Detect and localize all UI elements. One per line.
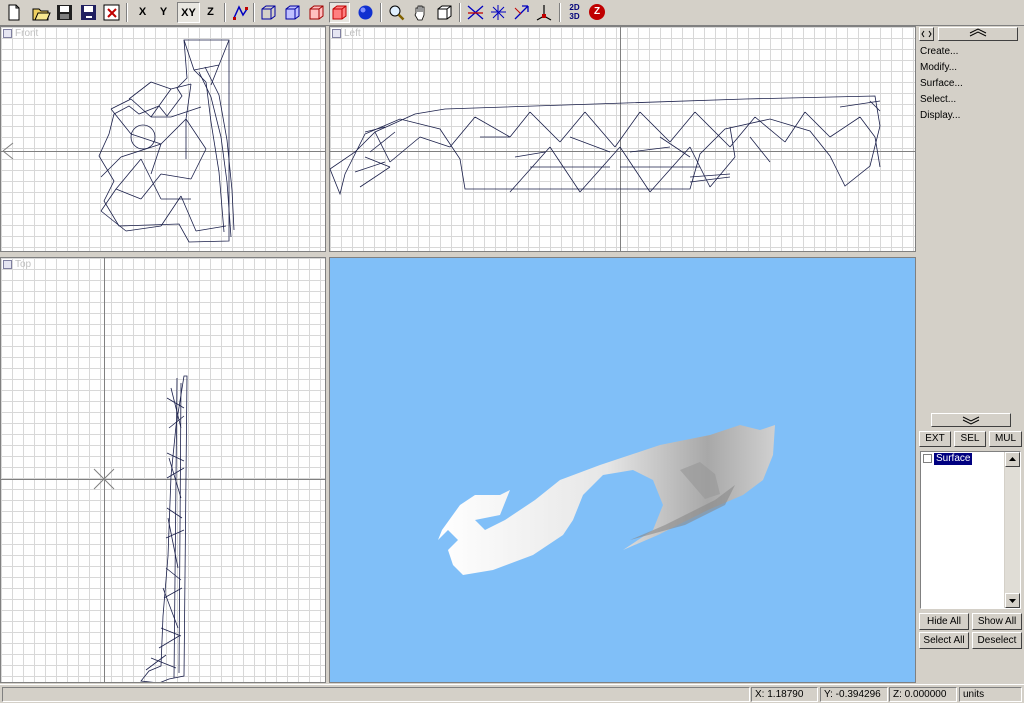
top-wireframe: [93, 375, 188, 682]
axis-y-button[interactable]: Y: [153, 2, 174, 23]
list-item[interactable]: Surface: [923, 453, 1005, 465]
menu-surface[interactable]: Surface...: [920, 78, 963, 89]
2d-3d-toggle-icon[interactable]: 2D 3D: [564, 2, 585, 23]
revert-icon[interactable]: [101, 2, 122, 23]
deselect-button[interactable]: Deselect: [972, 632, 1022, 649]
arrow-tool-icon[interactable]: [511, 2, 532, 23]
zoom-icon[interactable]: [386, 2, 407, 23]
box-wire-icon[interactable]: [282, 2, 303, 23]
sel-button[interactable]: SEL: [954, 431, 986, 447]
select-all-button[interactable]: Select All: [919, 632, 969, 649]
object-list[interactable]: Surface: [920, 451, 1021, 609]
hide-all-button[interactable]: Hide All: [919, 613, 969, 630]
status-y: Y: -0.394296: [820, 687, 888, 702]
z-circle-label: Z: [589, 4, 605, 20]
pan-hand-icon[interactable]: [410, 2, 431, 23]
box-shaded-icon[interactable]: [306, 2, 327, 23]
left-viewport[interactable]: Left: [329, 26, 916, 252]
menu-modify[interactable]: Modify...: [920, 62, 957, 73]
ext-button[interactable]: EXT: [919, 431, 951, 447]
toolbar: X Y XY Z 2D 3D Z: [0, 0, 1024, 26]
toolbar-separator: [380, 3, 382, 22]
box-view-icon[interactable]: [258, 2, 279, 23]
extents-box-icon[interactable]: [434, 2, 455, 23]
top-viewport[interactable]: Top: [0, 257, 326, 683]
new-file-icon[interactable]: [3, 2, 24, 23]
menu-display[interactable]: Display...: [920, 110, 960, 121]
toolbar-separator: [459, 3, 461, 22]
list-scrollbar[interactable]: [1004, 452, 1020, 608]
select-points-icon[interactable]: [230, 2, 251, 23]
scroll-up-button[interactable]: [938, 27, 1018, 41]
front-viewport[interactable]: Front: [0, 26, 326, 252]
transform-cross-icon[interactable]: [465, 2, 486, 23]
front-wireframe: [2, 39, 235, 243]
status-x: X: 1.18790: [751, 687, 818, 702]
status-units: units: [959, 687, 1022, 702]
scroll-down-button[interactable]: [931, 413, 1011, 427]
menu-select[interactable]: Select...: [920, 94, 956, 105]
side-panel: Create... Modify... Surface... Select...…: [917, 26, 1024, 683]
toolbar-separator: [253, 3, 255, 22]
status-z: Z: 0.000000: [889, 687, 957, 702]
render-viewport[interactable]: [329, 257, 916, 683]
toolbar-separator: [224, 3, 226, 22]
menu-create[interactable]: Create...: [920, 46, 958, 57]
3d-label: 3D: [569, 12, 580, 21]
list-item-checkbox[interactable]: [923, 454, 932, 463]
shaded-surface: [438, 425, 775, 575]
toolbar-separator: [559, 3, 561, 22]
z-circle-icon[interactable]: Z: [587, 2, 608, 23]
axis-tool-icon[interactable]: [534, 2, 555, 23]
star-tool-icon[interactable]: [488, 2, 509, 23]
status-bar: X: 1.18790 Y: -0.394296 Z: 0.000000 unit…: [0, 684, 1024, 703]
save-icon[interactable]: [54, 2, 75, 23]
sphere-render-icon[interactable]: [355, 2, 376, 23]
scroll-down-arrow[interactable]: [1005, 593, 1020, 608]
mul-button[interactable]: MUL: [989, 431, 1022, 447]
save-as-icon[interactable]: [78, 2, 99, 23]
axis-z-button[interactable]: Z: [200, 2, 221, 23]
axis-xy-button[interactable]: XY: [177, 2, 200, 23]
list-item-label: Surface: [934, 453, 973, 465]
status-message: [2, 687, 750, 702]
box-red-icon[interactable]: [329, 2, 350, 23]
left-wireframe: [330, 95, 881, 196]
2d-label: 2D: [569, 3, 580, 12]
show-all-button[interactable]: Show All: [972, 613, 1022, 630]
scroll-up-arrow[interactable]: [1005, 452, 1020, 467]
collapse-panel-button[interactable]: [919, 27, 934, 41]
axis-x-button[interactable]: X: [132, 2, 153, 23]
open-folder-icon[interactable]: [30, 2, 51, 23]
toolbar-separator: [126, 3, 128, 22]
